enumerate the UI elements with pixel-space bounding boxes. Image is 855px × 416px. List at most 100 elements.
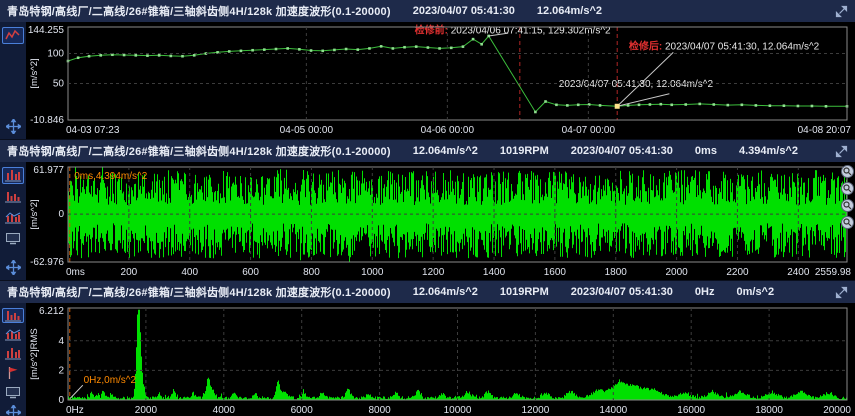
svg-text:20000: 20000	[823, 405, 851, 416]
svg-text:100: 100	[47, 49, 64, 60]
overall-value: 12.064m/s^2	[413, 145, 478, 157]
expand-icon[interactable]	[835, 5, 848, 18]
sample-datetime: 2023/04/07 05:41:30	[413, 5, 515, 17]
svg-text:200: 200	[121, 267, 138, 278]
app-root: { "colors": { "accent_green": "#00e000",…	[0, 0, 855, 416]
screen-tool-icon[interactable]	[2, 385, 24, 400]
svg-text:-10.846: -10.846	[30, 115, 64, 126]
svg-text:50: 50	[53, 79, 65, 90]
spectrum-toolbar	[0, 303, 26, 416]
svg-text:[m/s^2]RMS: [m/s^2]RMS	[29, 328, 40, 379]
sample-datetime: 2023/04/07 05:41:30	[571, 286, 673, 298]
svg-text:04-07 00:00: 04-07 00:00	[562, 125, 616, 136]
svg-text:1600: 1600	[544, 267, 567, 278]
channel-path-title: 青岛特钢/高线厂/二高线/26#锥箱/三轴斜齿侧4H/128k 加速度波形(0.…	[7, 143, 391, 159]
waveform-panel-header: 青岛特钢/高线厂/二高线/26#锥箱/三轴斜齿侧4H/128k 加速度波形(0.…	[0, 140, 855, 162]
svg-text:4: 4	[58, 336, 64, 347]
trend-panel-header: 青岛特钢/高线厂/二高线/26#锥箱/三轴斜齿侧4H/128k 加速度波形(0.…	[0, 0, 855, 22]
svg-text:0ms: 0ms	[66, 267, 85, 278]
svg-text:1800: 1800	[605, 267, 628, 278]
spectrum-chart[interactable]: 0Hz,0m/s^2 6.212 4 2 00Hz 2000 4000 6000 8000 100…	[26, 303, 855, 416]
svg-text:61.977: 61.977	[33, 165, 64, 176]
rpm-value: 1019RPM	[500, 145, 549, 157]
waveform-tool-icon[interactable]	[2, 167, 24, 184]
rpm-value: 1019RPM	[500, 286, 549, 298]
svg-text:2000: 2000	[665, 267, 688, 278]
svg-text:16000: 16000	[677, 405, 705, 416]
bars-tool-icon[interactable]	[2, 209, 24, 226]
svg-text:1200: 1200	[422, 267, 445, 278]
bars-tool-icon[interactable]	[2, 327, 24, 342]
svg-text:2200: 2200	[726, 267, 749, 278]
svg-text:2: 2	[58, 365, 64, 376]
svg-text:8000: 8000	[368, 405, 391, 416]
svg-text:0Hz,0m/s^2: 0Hz,0m/s^2	[84, 375, 137, 386]
pan-tool-icon[interactable]	[2, 259, 24, 276]
svg-text:[m/s^2]: [m/s^2]	[29, 58, 40, 88]
svg-text:[m/s^2]: [m/s^2]	[29, 199, 40, 229]
svg-text:12000: 12000	[521, 405, 549, 416]
svg-text:2000: 2000	[135, 405, 158, 416]
cursor-position: 0Hz	[695, 286, 715, 298]
svg-text:0: 0	[58, 395, 64, 406]
svg-text:6.212: 6.212	[39, 306, 64, 317]
waveform-chart[interactable]: 0ms,4.394m/s^2 61.977 0 -62.9760ms 200 400 600…	[26, 162, 855, 280]
zoom-button-group	[841, 165, 854, 229]
svg-text:1000: 1000	[361, 267, 384, 278]
svg-text:600: 600	[242, 267, 259, 278]
zoom-y-axis-button[interactable]	[841, 216, 854, 229]
pan-tool-icon[interactable]	[2, 404, 24, 416]
pan-tool-icon[interactable]	[2, 118, 24, 135]
svg-text:-62.976: -62.976	[30, 257, 64, 268]
trend-panel: 青岛特钢/高线厂/二高线/26#锥箱/三轴斜齿侧4H/128k 加速度波形(0.…	[0, 0, 855, 139]
svg-text:04-03 07:23: 04-03 07:23	[66, 125, 120, 136]
svg-text:2023/04/07 05:41:30, 12.064m/s: 2023/04/07 05:41:30, 12.064m/s^2	[559, 79, 714, 90]
cursor-value: 0m/s^2	[736, 286, 774, 298]
waveform-tool-icon[interactable]	[2, 346, 24, 361]
zoom-in-button[interactable]	[841, 165, 854, 178]
svg-text:4000: 4000	[213, 405, 236, 416]
svg-text:400: 400	[181, 267, 198, 278]
svg-text:18000: 18000	[755, 405, 783, 416]
cursor-value: 4.394m/s^2	[739, 145, 798, 157]
waveform-toolbar	[0, 162, 26, 280]
spectrum-panel-body: 0Hz,0m/s^2 6.212 4 2 00Hz 2000 4000 6000 8000 100…	[0, 303, 855, 416]
screen-tool-icon[interactable]	[2, 230, 24, 247]
zoom-out-button[interactable]	[841, 182, 854, 195]
cursor-position: 0ms	[695, 145, 717, 157]
svg-text:6000: 6000	[291, 405, 314, 416]
spectrum-panel-header: 青岛特钢/高线厂/二高线/26#锥箱/三轴斜齿侧4H/128k 加速度波形(0.…	[0, 281, 855, 303]
svg-text:0: 0	[58, 209, 64, 220]
overall-value: 12.064m/s^2	[413, 286, 478, 298]
expand-icon[interactable]	[835, 145, 848, 158]
channel-path-title: 青岛特钢/高线厂/二高线/26#锥箱/三轴斜齿侧4H/128k 加速度波形(0.…	[7, 3, 391, 19]
svg-text:检修前: 2023/04/06 07:41:15, 129.: 检修前: 2023/04/06 07:41:15, 129.302m/s^2	[415, 24, 611, 37]
expand-icon[interactable]	[835, 286, 848, 299]
svg-text:0Hz: 0Hz	[66, 405, 84, 416]
spectrum-tool-icon[interactable]	[2, 308, 24, 323]
sample-datetime: 2023/04/07 05:41:30	[571, 145, 673, 157]
flag-tool-icon[interactable]	[2, 365, 24, 381]
trend-tool-icon[interactable]	[2, 27, 24, 44]
svg-text:检修后: 2023/04/07 05:41:30, 12.0: 检修后: 2023/04/07 05:41:30, 12.064m/s^2	[629, 39, 820, 52]
svg-text:04-05 00:00: 04-05 00:00	[280, 125, 334, 136]
svg-text:04-06 00:00: 04-06 00:00	[421, 125, 475, 136]
svg-text:14000: 14000	[599, 405, 627, 416]
trend-panel-body: 检修前: 2023/04/06 07:41:15, 129.302m/s^2 检修…	[0, 22, 855, 139]
svg-text:2400: 2400	[787, 267, 810, 278]
svg-text:10000: 10000	[444, 405, 472, 416]
spectrum-panel: 青岛特钢/高线厂/二高线/26#锥箱/三轴斜齿侧4H/128k 加速度波形(0.…	[0, 280, 855, 416]
channel-path-title: 青岛特钢/高线厂/二高线/26#锥箱/三轴斜齿侧4H/128k 加速度波形(0.…	[7, 284, 391, 300]
svg-text:2559.98: 2559.98	[815, 267, 852, 278]
svg-text:800: 800	[303, 267, 320, 278]
spectrum-tool-icon[interactable]	[2, 188, 24, 205]
svg-text:04-08 20:07: 04-08 20:07	[798, 125, 852, 136]
overall-value: 12.064m/s^2	[537, 5, 602, 17]
svg-text:1400: 1400	[483, 267, 506, 278]
svg-text:0ms,4.394m/s^2: 0ms,4.394m/s^2	[74, 171, 147, 182]
waveform-panel-body: 0ms,4.394m/s^2 61.977 0 -62.9760ms 200 400 600…	[0, 162, 855, 280]
trend-toolbar	[0, 22, 26, 139]
waveform-panel: 青岛特钢/高线厂/二高线/26#锥箱/三轴斜齿侧4H/128k 加速度波形(0.…	[0, 139, 855, 280]
trend-chart[interactable]: 检修前: 2023/04/06 07:41:15, 129.302m/s^2 检修…	[26, 22, 855, 139]
zoom-x-axis-button[interactable]	[841, 199, 854, 212]
